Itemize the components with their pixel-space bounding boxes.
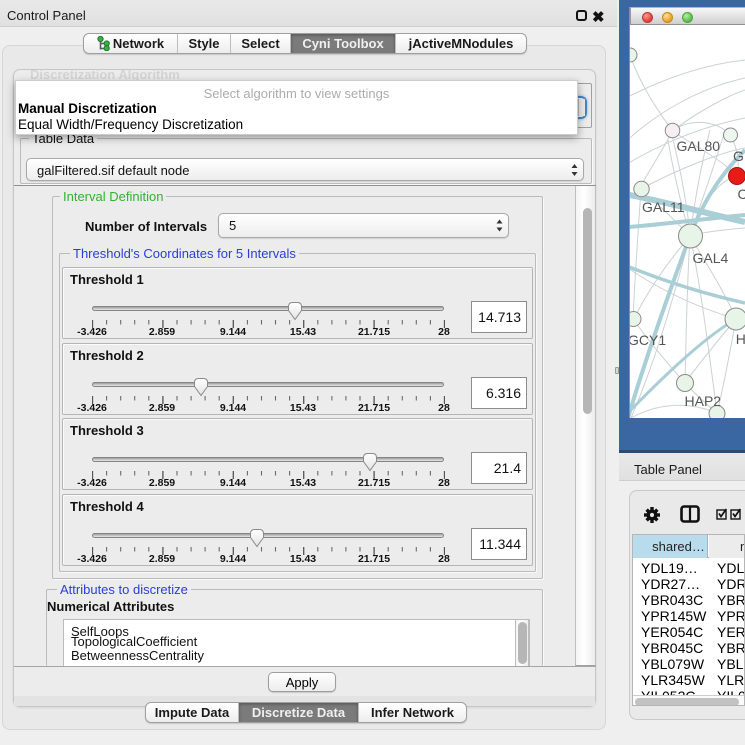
svg-text:GAL11: GAL11 xyxy=(642,199,685,215)
svg-text:H: H xyxy=(736,331,745,347)
svg-text:GCY1: GCY1 xyxy=(630,332,666,348)
svg-text:C…: C… xyxy=(738,186,745,202)
svg-text:GAL4: GAL4 xyxy=(693,250,729,266)
svg-text:G…: G… xyxy=(733,148,745,164)
svg-text:GAL80: GAL80 xyxy=(677,138,721,154)
svg-text:HAP2: HAP2 xyxy=(685,393,722,409)
